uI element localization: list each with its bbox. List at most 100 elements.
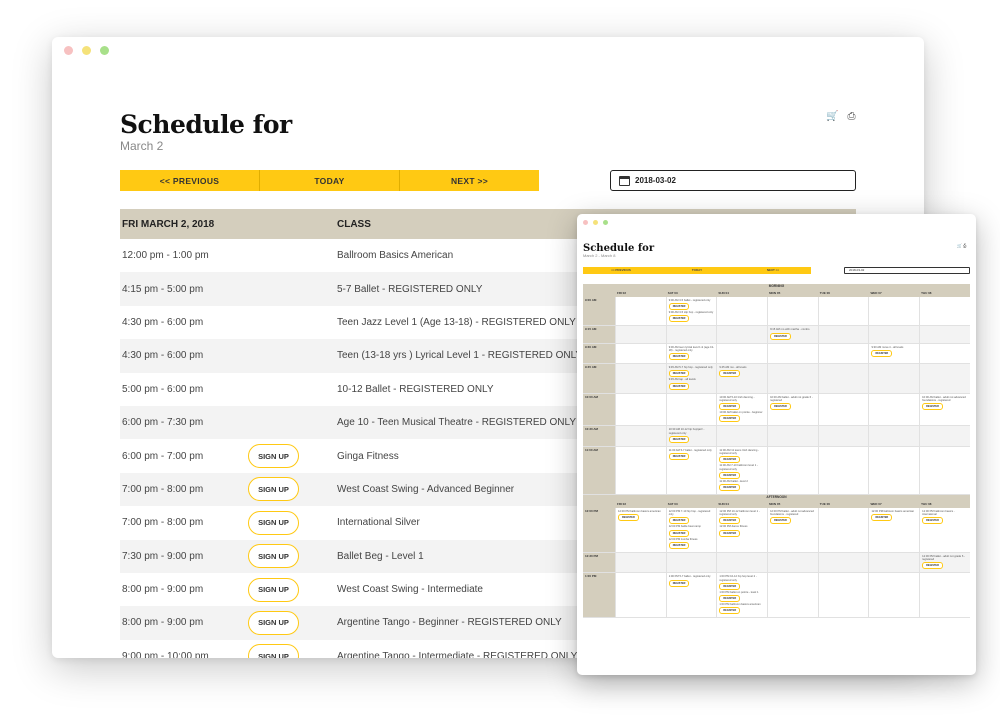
register-button[interactable]: REGISTER bbox=[668, 579, 690, 587]
grid-row: 9:00 AM 9:00 AM 3-5 ballet - registered o… bbox=[583, 297, 970, 327]
action-cell: SIGN UP bbox=[248, 444, 337, 469]
register-button[interactable]: REGISTER bbox=[719, 595, 741, 603]
grid-cell bbox=[615, 446, 666, 494]
register-button[interactable]: REGISTER bbox=[668, 353, 690, 361]
grid-time: 12:00 PM bbox=[583, 507, 615, 552]
overlay-today-button[interactable]: TODAY bbox=[659, 267, 735, 274]
grid-row: 12:30 PM 12:30 PM ballet - adult not grad… bbox=[583, 552, 970, 574]
print-icon[interactable]: ⎙ bbox=[847, 111, 855, 122]
grid-cell bbox=[868, 552, 920, 573]
sign-up-button[interactable]: SIGN UP bbox=[248, 644, 299, 658]
overlay-cart-icon[interactable]: 🛒 bbox=[957, 243, 962, 248]
sign-up-button[interactable]: SIGN UP bbox=[248, 544, 299, 569]
sign-up-button[interactable]: SIGN UP bbox=[248, 577, 299, 602]
grid-time: 10:00 AM bbox=[583, 393, 615, 426]
sign-up-button[interactable]: SIGN UP bbox=[248, 477, 299, 502]
grid-cell bbox=[919, 446, 970, 494]
close-window-dot[interactable] bbox=[64, 46, 73, 55]
register-button[interactable]: REGISTER bbox=[618, 514, 639, 522]
register-button[interactable]: REGISTER bbox=[668, 453, 690, 461]
register-button[interactable]: REGISTER bbox=[770, 517, 791, 525]
overlay-next-button[interactable]: NEXT >> bbox=[735, 267, 811, 274]
class-time: 4:15 pm - 5:00 pm bbox=[122, 283, 204, 295]
register-button[interactable]: REGISTER bbox=[770, 403, 791, 411]
grid-cell: 11:00 AM 11 teens Irish dancing - regist… bbox=[716, 446, 767, 494]
register-button[interactable]: REGISTER bbox=[668, 541, 690, 549]
overlay-print-icon[interactable]: ⎙ bbox=[963, 243, 966, 248]
grid-class: 12:00 PM ballroom basics american bbox=[871, 509, 915, 513]
grid-cell: 12:00 PM ballroom basics - international… bbox=[919, 507, 970, 552]
sign-up-button[interactable]: SIGN UP bbox=[248, 444, 299, 469]
grid-cell bbox=[919, 573, 970, 618]
day-column-header: SAT 03 bbox=[667, 501, 678, 506]
maximize-window-dot[interactable] bbox=[100, 46, 109, 55]
grid-cell bbox=[919, 326, 970, 343]
register-button[interactable]: REGISTER bbox=[719, 607, 741, 615]
class-time: 8:00 pm - 9:00 pm bbox=[122, 617, 204, 629]
grid-cell bbox=[716, 326, 768, 343]
next-button[interactable]: NEXT >> bbox=[400, 170, 539, 191]
register-button[interactable]: REGISTER bbox=[668, 315, 690, 323]
overlay-minimize-dot[interactable] bbox=[593, 220, 598, 225]
sign-up-button[interactable]: SIGN UP bbox=[248, 610, 299, 635]
register-button[interactable]: REGISTER bbox=[719, 370, 741, 378]
grid-cell bbox=[767, 552, 818, 573]
grid-cell: 9:30 AM move it - all levels REGISTER bbox=[868, 343, 919, 364]
register-button[interactable]: REGISTER bbox=[770, 332, 791, 340]
register-button[interactable]: REGISTER bbox=[719, 483, 741, 491]
cart-icon[interactable]: 🛒 bbox=[826, 111, 838, 122]
register-button[interactable]: REGISTER bbox=[719, 456, 741, 464]
register-button[interactable]: REGISTER bbox=[922, 403, 943, 411]
class-column-header: CLASS bbox=[337, 218, 371, 230]
previous-button[interactable]: << PREVIOUS bbox=[120, 170, 260, 191]
register-button[interactable]: REGISTER bbox=[871, 514, 893, 522]
grid-class: 12:00 PM dance fitness bbox=[719, 525, 748, 529]
register-button[interactable]: REGISTER bbox=[668, 370, 690, 378]
day-column-header: MON 05 bbox=[769, 290, 781, 295]
register-button[interactable]: REGISTER bbox=[871, 349, 893, 357]
register-button[interactable]: REGISTER bbox=[719, 517, 741, 525]
grid-class: 11:00 AM 5-7 ballet - registered only bbox=[668, 448, 712, 452]
class-time: 6:00 pm - 7:30 pm bbox=[122, 417, 204, 429]
grid-cell bbox=[868, 573, 919, 618]
date-navigation: << PREVIOUS TODAY NEXT >> bbox=[120, 170, 539, 191]
overlay-previous-button[interactable]: << PREVIOUS bbox=[583, 267, 659, 274]
date-picker[interactable]: 2018-03-02 bbox=[610, 170, 856, 191]
register-button[interactable]: REGISTER bbox=[719, 415, 741, 423]
register-button[interactable]: REGISTER bbox=[668, 435, 690, 443]
grid-cell: 10:00 AM ballet - adult not grade 6 - re… bbox=[767, 393, 818, 426]
grid-cell bbox=[817, 552, 869, 573]
day-column-header: FRI 02 bbox=[617, 290, 627, 295]
overlay-maximize-dot[interactable] bbox=[603, 220, 608, 225]
grid-cell bbox=[665, 393, 717, 426]
grid-cell bbox=[817, 426, 869, 446]
register-button[interactable]: REGISTER bbox=[668, 303, 690, 311]
register-button[interactable]: REGISTER bbox=[668, 517, 690, 525]
register-button[interactable]: REGISTER bbox=[668, 529, 690, 537]
grid-class: 1:00 PM ballroom basics american bbox=[719, 603, 761, 607]
register-button[interactable]: REGISTER bbox=[719, 529, 741, 537]
grid-time: 9:15 AM bbox=[583, 326, 615, 343]
register-button[interactable]: REGISTER bbox=[668, 382, 690, 390]
grid-cell bbox=[817, 393, 869, 426]
register-button[interactable]: REGISTER bbox=[922, 562, 943, 570]
grid-cell bbox=[665, 326, 717, 343]
grid-cell bbox=[767, 364, 818, 393]
register-button[interactable]: REGISTER bbox=[719, 403, 741, 411]
register-button[interactable]: REGISTER bbox=[719, 582, 741, 590]
register-button[interactable]: REGISTER bbox=[922, 517, 943, 525]
class-time: 12:00 pm - 1:00 pm bbox=[122, 250, 209, 262]
sign-up-button[interactable]: SIGN UP bbox=[248, 510, 299, 535]
minimize-window-dot[interactable] bbox=[82, 46, 91, 55]
overlay-close-dot[interactable] bbox=[583, 220, 588, 225]
grid-class: 12:00 PM battle beat camp bbox=[668, 525, 701, 529]
register-button[interactable]: REGISTER bbox=[719, 471, 741, 479]
today-button[interactable]: TODAY bbox=[260, 170, 400, 191]
grid-cell bbox=[615, 552, 666, 573]
window-controls bbox=[64, 46, 109, 55]
grid-class: 12:30 PM ballet - adult not grade 6 - re… bbox=[922, 554, 966, 562]
grid-row: 9:30 AM 9:30 AM teen lyrical level 1 & (a… bbox=[583, 343, 970, 365]
overlay-date-picker[interactable]: 2018-03-02 bbox=[844, 267, 970, 274]
grid-cell bbox=[665, 552, 717, 573]
action-cell: SIGN UP bbox=[248, 577, 337, 602]
